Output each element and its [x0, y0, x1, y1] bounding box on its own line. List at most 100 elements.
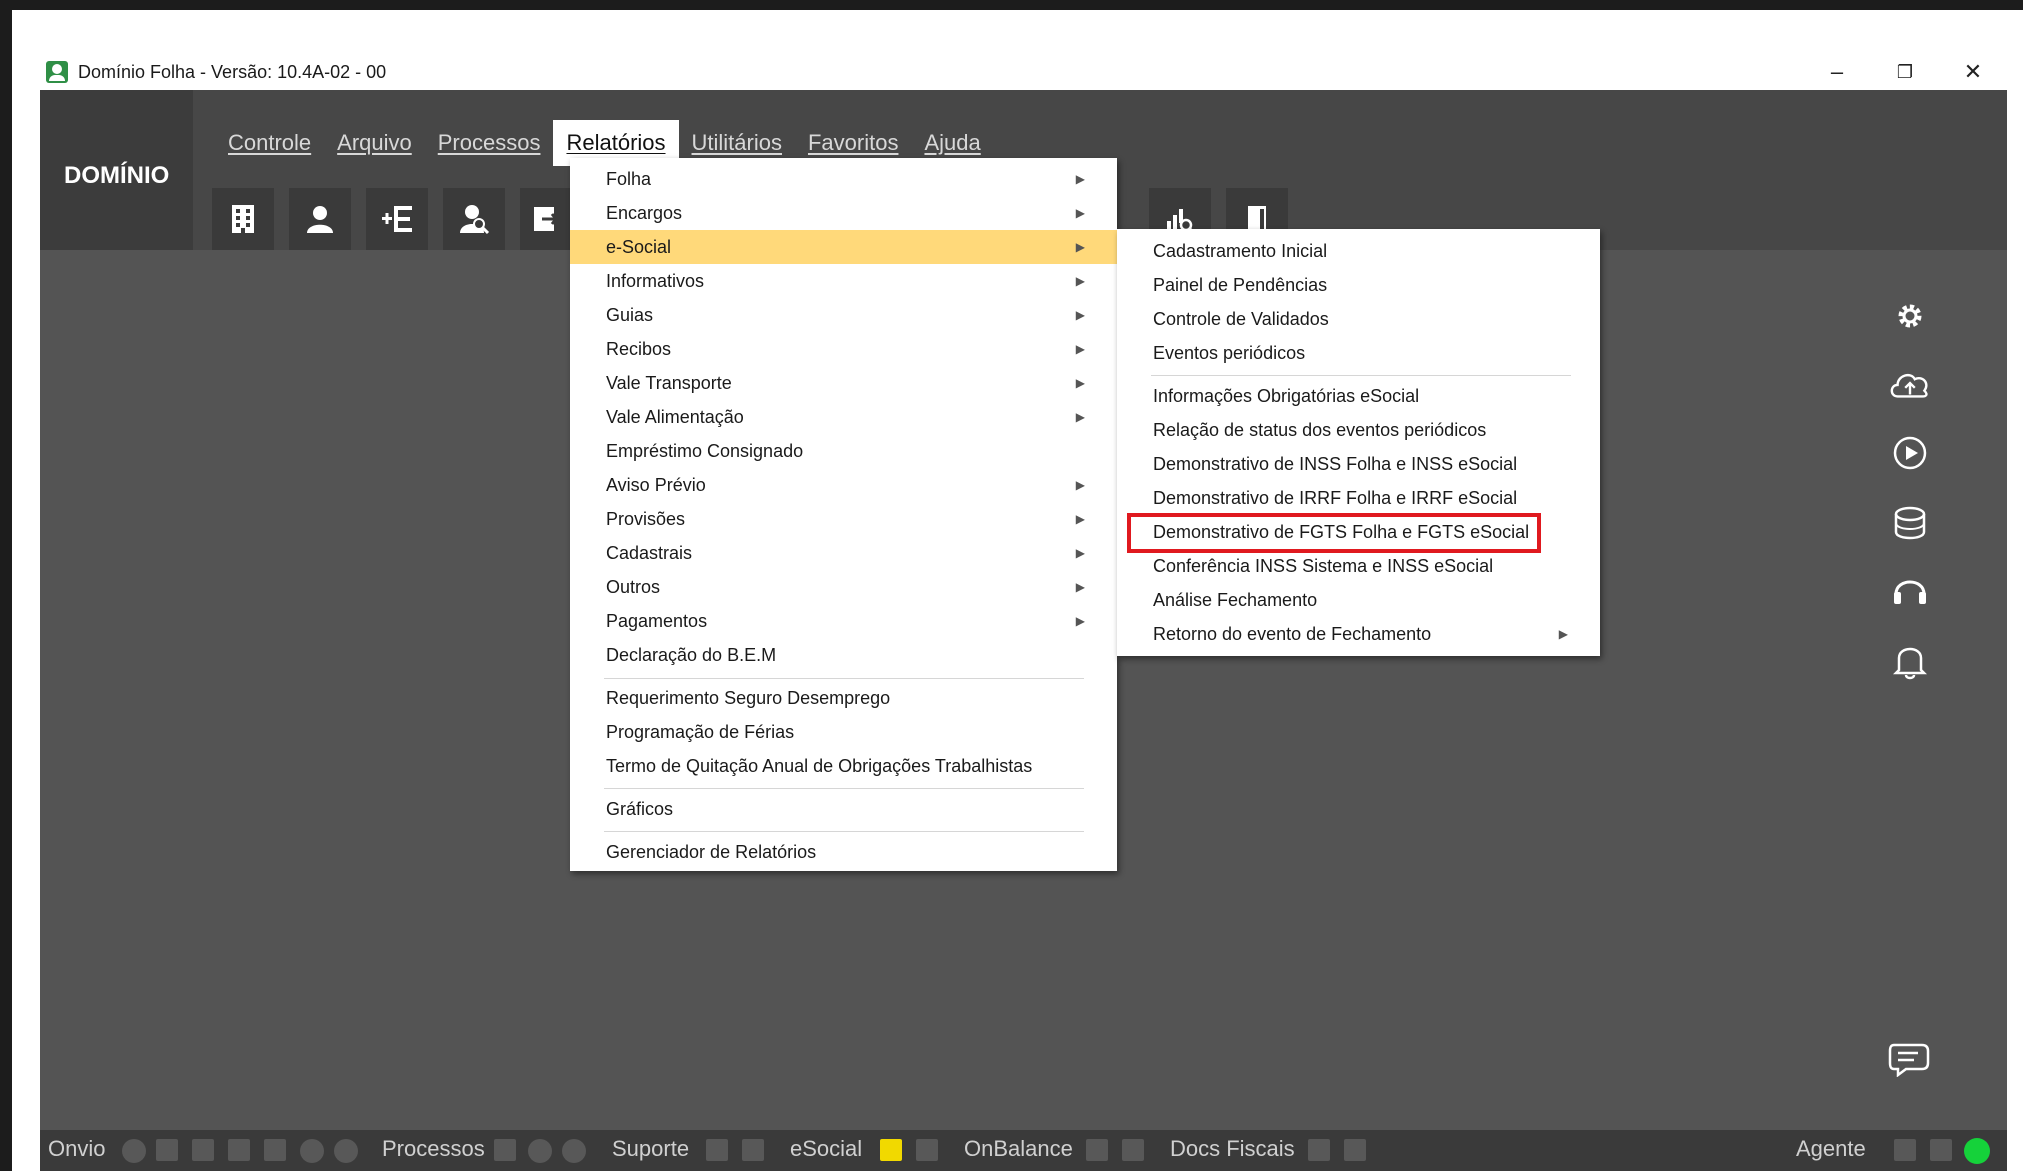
suporte-add-icon[interactable]	[706, 1139, 728, 1161]
submenu-item-informacoes-obrigatorias[interactable]: Informações Obrigatórias eSocial	[1117, 379, 1600, 413]
minimize-button[interactable]: –	[1803, 54, 1871, 90]
submenu-item-demonstrativo-inss[interactable]: Demonstrativo de INSS Folha e INSS eSoci…	[1117, 447, 1600, 481]
chat-icon[interactable]	[1888, 1036, 1932, 1080]
processos-circle-icon[interactable]	[562, 1139, 586, 1163]
menu-processos[interactable]: Processos	[425, 120, 554, 166]
menu-item-declaracao-bem[interactable]: Declaração do B.E.M	[570, 638, 1117, 672]
agente-toolbox-icon[interactable]	[1930, 1139, 1952, 1161]
menu-item-label: Empréstimo Consignado	[606, 441, 804, 461]
submenu-item-conferencia-inss[interactable]: Conferência INSS Sistema e INSS eSocial	[1117, 549, 1600, 583]
agente-link-icon[interactable]	[1894, 1139, 1916, 1161]
menu-controle-label: Controle	[228, 130, 312, 155]
docs-fiscais-doc-icon[interactable]	[1308, 1139, 1330, 1161]
menu-item-gerenciador-relatorios[interactable]: Gerenciador de Relatórios	[570, 835, 1117, 869]
menu-item-aviso-previo[interactable]: Aviso Prévio ▶	[570, 468, 1117, 502]
cloud-upload-icon[interactable]	[1888, 362, 1932, 406]
bell-icon[interactable]	[1888, 639, 1932, 683]
menu-separator	[1151, 375, 1571, 376]
menu-item-cadastrais[interactable]: Cadastrais ▶	[570, 536, 1117, 570]
submenu-item-painel-pendencias[interactable]: Painel de Pendências	[1117, 268, 1600, 302]
menu-item-label: Gerenciador de Relatórios	[606, 842, 817, 862]
submenu-item-retorno-fechamento[interactable]: Retorno do evento de Fechamento ▶	[1117, 617, 1600, 651]
submenu-item-eventos-periodicos[interactable]: Eventos periódicos	[1117, 336, 1600, 370]
menu-item-recibos[interactable]: Recibos ▶	[570, 332, 1117, 366]
menu-item-label: Eventos periódicos	[1153, 343, 1306, 363]
menu-item-label: Outros	[606, 577, 661, 597]
onvio-circle-icon[interactable]	[334, 1139, 358, 1163]
suporte-list-icon[interactable]	[742, 1139, 764, 1161]
menu-processos-label: Processos	[437, 130, 541, 155]
submenu-arrow-icon: ▶	[1075, 546, 1085, 560]
status-onbalance-label[interactable]: OnBalance	[964, 1136, 1073, 1162]
database-icon[interactable]	[1888, 501, 1932, 545]
menu-separator	[604, 831, 1084, 832]
settings-icon[interactable]	[1888, 294, 1932, 338]
headset-icon[interactable]	[1888, 569, 1932, 613]
menu-item-vale-alimentacao[interactable]: Vale Alimentação ▶	[570, 400, 1117, 434]
menu-item-outros[interactable]: Outros ▶	[570, 570, 1117, 604]
menu-arquivo[interactable]: Arquivo	[324, 120, 425, 166]
title-bar[interactable]: Domínio Folha - Versão: 10.4A-02 - 00 – …	[40, 54, 2007, 90]
menu-item-label: Requerimento Seguro Desemprego	[606, 688, 891, 708]
docs-fiscais-print-icon[interactable]	[1344, 1139, 1366, 1161]
toolbar-companies-button[interactable]	[212, 188, 274, 250]
processos-circle-icon[interactable]	[528, 1139, 552, 1163]
status-onvio-label[interactable]: Onvio	[48, 1136, 105, 1162]
submenu-item-cadastramento-inicial[interactable]: Cadastramento Inicial	[1117, 234, 1600, 268]
onbalance-download-icon[interactable]	[1122, 1139, 1144, 1161]
onvio-tool-icon[interactable]	[156, 1139, 178, 1161]
submenu-item-relacao-status[interactable]: Relação de status dos eventos periódicos	[1117, 413, 1600, 447]
esocial-status-icon[interactable]	[880, 1139, 902, 1161]
menu-item-pagamentos[interactable]: Pagamentos ▶	[570, 604, 1117, 638]
onvio-play-icon[interactable]	[122, 1139, 146, 1163]
screen-frame-top	[0, 0, 2023, 10]
restore-button[interactable]: ❐	[1871, 54, 1939, 90]
submenu-arrow-icon: ▶	[1075, 512, 1085, 526]
onbalance-mail-icon[interactable]	[1086, 1139, 1108, 1161]
onvio-circle-icon[interactable]	[300, 1139, 324, 1163]
menu-item-guias[interactable]: Guias ▶	[570, 298, 1117, 332]
toolbar-export-button[interactable]	[520, 188, 572, 250]
menu-item-vale-transporte[interactable]: Vale Transporte ▶	[570, 366, 1117, 400]
menu-item-emprestimo-consignado[interactable]: Empréstimo Consignado	[570, 434, 1117, 468]
status-agente-label[interactable]: Agente	[1796, 1136, 1866, 1162]
submenu-arrow-icon: ▶	[1075, 342, 1085, 356]
submenu-arrow-icon: ▶	[1075, 274, 1085, 288]
status-processos-label[interactable]: Processos	[382, 1136, 485, 1162]
menu-arquivo-label: Arquivo	[337, 130, 412, 155]
highlight-box	[1127, 513, 1541, 553]
menu-item-label: Informativos	[606, 271, 705, 291]
menu-item-provisoes[interactable]: Provisões ▶	[570, 502, 1117, 536]
toolbar-employees-button[interactable]	[289, 188, 351, 250]
submenu-item-controle-validados[interactable]: Controle de Validados	[1117, 302, 1600, 336]
toolbar-add-events-button[interactable]	[366, 188, 428, 250]
window-controls: – ❐ ✕	[1803, 54, 2007, 90]
onvio-user-icon[interactable]	[228, 1139, 250, 1161]
menu-item-programacao-ferias[interactable]: Programação de Férias	[570, 715, 1117, 749]
play-icon[interactable]	[1888, 431, 1932, 475]
status-docs-fiscais-label[interactable]: Docs Fiscais	[1170, 1136, 1295, 1162]
submenu-arrow-icon: ▶	[1075, 172, 1085, 186]
esocial-submenu: Cadastramento Inicial Painel de Pendênci…	[1117, 229, 1600, 656]
menu-separator	[604, 678, 1084, 679]
close-button[interactable]: ✕	[1939, 54, 2007, 90]
menu-item-termo-quitacao[interactable]: Termo de Quitação Anual de Obrigações Tr…	[570, 749, 1117, 783]
status-esocial-label[interactable]: eSocial	[790, 1136, 862, 1162]
submenu-item-demonstrativo-irrf[interactable]: Demonstrativo de IRRF Folha e IRRF eSoci…	[1117, 481, 1600, 515]
menu-item-folha[interactable]: Folha ▶	[570, 162, 1117, 196]
menu-item-informativos[interactable]: Informativos ▶	[570, 264, 1117, 298]
onvio-list-icon[interactable]	[192, 1139, 214, 1161]
submenu-item-analise-fechamento[interactable]: Análise Fechamento	[1117, 583, 1600, 617]
onvio-doc-icon[interactable]	[264, 1139, 286, 1161]
toolbar-user-search-button[interactable]	[443, 188, 505, 250]
esocial-list-icon[interactable]	[916, 1139, 938, 1161]
menu-controle[interactable]: Controle	[215, 120, 324, 166]
relatorios-dropdown: Folha ▶ Encargos ▶ e-Social ▶ Informativos ▶…	[570, 158, 1117, 871]
menu-item-encargos[interactable]: Encargos ▶	[570, 196, 1117, 230]
status-suporte-label[interactable]: Suporte	[612, 1136, 689, 1162]
menu-item-graficos[interactable]: Gráficos	[570, 792, 1117, 826]
submenu-arrow-icon: ▶	[1075, 478, 1085, 492]
processos-check-icon[interactable]	[494, 1139, 516, 1161]
menu-item-esocial[interactable]: e-Social ▶	[570, 230, 1117, 264]
menu-item-seguro-desemprego[interactable]: Requerimento Seguro Desemprego	[570, 681, 1117, 715]
